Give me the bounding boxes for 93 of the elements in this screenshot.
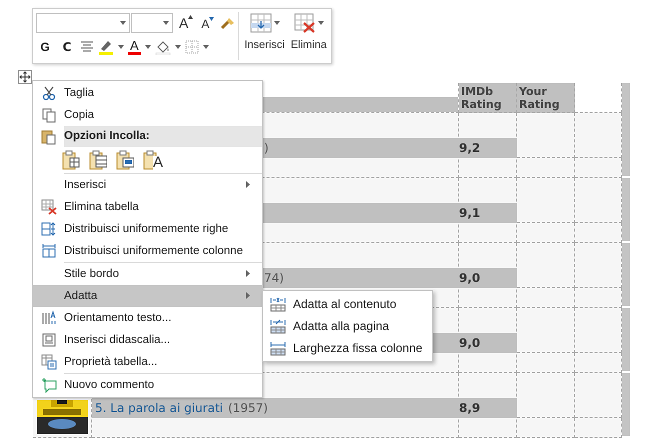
rating-cell-text: 9,2 <box>458 141 482 155</box>
movie-title-link[interactable]: 5. La parola ai giurati <box>95 401 223 415</box>
insert-table-icon <box>250 13 272 33</box>
caret-icon <box>144 45 151 49</box>
table-cell <box>517 288 575 308</box>
caret-icon <box>188 15 194 19</box>
rating-cell-text: 9,0 <box>458 336 482 350</box>
table-cell <box>575 243 622 288</box>
table-cell <box>517 418 575 438</box>
menu-item[interactable]: Elimina tabella <box>33 196 262 218</box>
caret-icon <box>318 21 324 25</box>
table-cell <box>517 158 575 178</box>
paste-option-button[interactable] <box>62 150 80 170</box>
shrink-font-button[interactable]: A <box>199 17 216 31</box>
paste-option-button[interactable] <box>116 150 134 170</box>
menu-item[interactable]: Copia <box>33 104 262 126</box>
rating-cell-text: 9,1 <box>458 206 482 220</box>
bold-button[interactable]: G <box>36 40 54 54</box>
table-properties-icon <box>41 354 56 370</box>
distribute-rows-icon <box>41 222 55 236</box>
grow-font-button[interactable]: A <box>177 15 196 31</box>
insert-button[interactable]: Inserisci <box>241 9 288 63</box>
year-text: 74) <box>264 271 284 285</box>
menu-item[interactable]: Adatta al contenuto <box>263 293 432 315</box>
menu-item[interactable]: Nuovo commento <box>33 374 262 396</box>
caret-icon <box>274 21 280 25</box>
copy-icon <box>42 108 55 122</box>
menu-item[interactable]: Inserisci <box>33 174 262 196</box>
caret-icon <box>163 21 169 25</box>
table-move-handle-icon[interactable] <box>18 70 32 84</box>
font-size-field[interactable] <box>131 13 173 33</box>
table-cell <box>575 308 622 353</box>
fixed-width-icon <box>270 342 286 356</box>
rating-cell-text: 9,0 <box>458 271 482 285</box>
rating-cell-text: 8,9 <box>458 401 482 415</box>
table-cell <box>575 288 622 308</box>
center-align-icon[interactable] <box>80 41 94 53</box>
table-cell <box>575 83 622 113</box>
autofit-window-icon <box>270 320 286 334</box>
format-painter-icon[interactable] <box>220 16 236 30</box>
shading-icon[interactable] <box>154 39 171 55</box>
table-cell <box>517 353 575 373</box>
menu-section-header: Opzioni Incolla: <box>64 126 262 147</box>
caret-icon <box>118 45 124 49</box>
delete-button[interactable]: Elimina <box>288 9 330 63</box>
caret-icon <box>174 45 181 49</box>
table-cell <box>517 243 575 288</box>
menu-item[interactable]: Distribuisci uniformemente colonne <box>33 240 262 262</box>
distribute-columns-icon <box>42 244 55 258</box>
clipboard-icon <box>41 130 55 144</box>
table-cell <box>575 418 622 438</box>
delete-table-icon <box>41 200 56 215</box>
menu-item[interactable]: Stile bordo <box>33 263 262 285</box>
highlighter-icon[interactable] <box>98 39 114 55</box>
comment-icon <box>41 378 56 393</box>
paste-option-button[interactable] <box>89 150 107 170</box>
table-cell <box>575 223 622 243</box>
submenu-arrow-icon <box>246 292 250 299</box>
italic-button[interactable]: C <box>58 40 76 54</box>
table-cell <box>575 353 622 373</box>
menu-item[interactable]: Larghezza fissa colonne <box>263 337 432 359</box>
table-cell <box>517 308 575 353</box>
table-cell <box>575 113 622 158</box>
table-cell <box>575 158 622 178</box>
submenu-arrow-icon <box>246 270 250 277</box>
column-header: IMDb Rating <box>459 83 517 113</box>
table-cell <box>517 113 575 158</box>
menu-item[interactable]: Adatta alla pagina <box>263 315 432 337</box>
menu-item[interactable]: Inserisci didascalia... <box>33 329 262 351</box>
autofit-contents-icon <box>270 298 286 312</box>
menu-item[interactable]: Taglia <box>33 82 262 104</box>
year-text: ) <box>264 141 269 155</box>
menu-item[interactable]: Distribuisci uniformemente righe <box>33 218 262 240</box>
caret-icon <box>209 17 214 21</box>
menu-item[interactable]: Proprietà tabella... <box>33 351 262 373</box>
table-cell <box>517 178 575 223</box>
menu-item[interactable]: Adatta <box>33 285 262 307</box>
submenu-arrow-icon <box>246 181 250 188</box>
caption-icon <box>42 334 55 346</box>
font-name-field[interactable] <box>36 13 130 33</box>
table-cell <box>517 223 575 243</box>
text-direction-icon <box>42 310 55 324</box>
year-text: (1957) <box>228 401 268 415</box>
delete-table-icon <box>294 13 316 33</box>
caret-icon <box>120 21 126 25</box>
column-header: Your Rating <box>517 83 575 113</box>
font-color-button[interactable]: A <box>128 39 141 55</box>
menu-item[interactable]: Orientamento testo... <box>33 307 262 329</box>
table-cell <box>517 373 575 418</box>
caret-icon <box>202 45 209 49</box>
table-cell <box>575 373 622 418</box>
scissors-icon <box>42 86 55 100</box>
table-cell <box>575 178 622 223</box>
